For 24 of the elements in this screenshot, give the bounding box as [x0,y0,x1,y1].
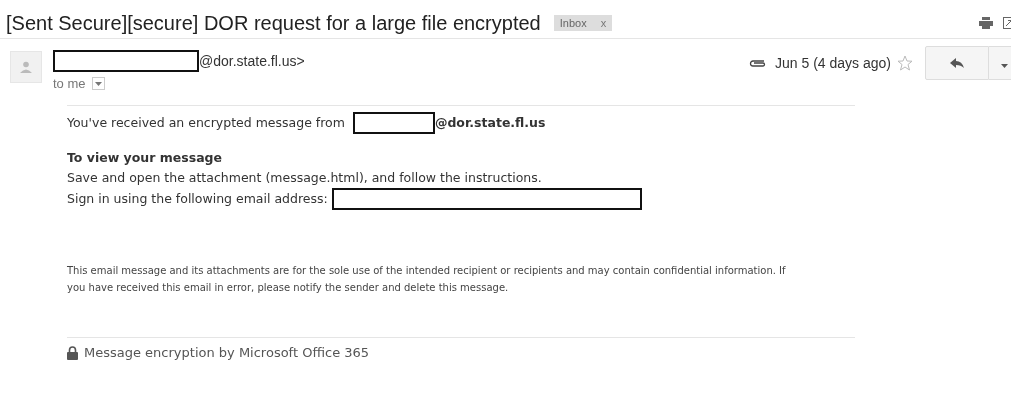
print-icon[interactable] [979,17,993,29]
new-window-icon[interactable] [1003,17,1011,29]
star-icon[interactable] [897,55,913,71]
email-subject: [Sent Secure][secure] DOR request for a large file encrypted [6,11,541,35]
instruction-text: Save and open the attachment (message.html), and follow the instructions. [67,169,543,187]
section-heading: To view your message [67,149,223,167]
reply-icon [950,57,964,68]
disclaimer-text: This email message and its attachments are for the sole use of the intended recipient or recipients and may contain confidential information. If you have received this email in error, please notify the sender and delete this message. [67,264,787,295]
lock-icon [67,346,78,360]
caret-icon [1001,63,1008,68]
avatar [10,51,42,83]
footer-text: Message encryption by Microsoft Office 365 [84,344,370,362]
label-text: Inbox [559,17,587,29]
remove-label-button[interactable]: x [600,17,607,29]
intro-text: You've received an encrypted message from [67,114,345,132]
instruction-text: Sign in using the following email address: [67,190,328,208]
sender-address: @dor.state.fl.us> [199,53,305,69]
sender-domain: @dor.state.fl.us [434,114,546,132]
recipient-text: to me [53,76,86,91]
reply-button[interactable] [925,46,989,80]
paperclip-icon [749,58,768,68]
caret-icon [94,81,102,86]
details-dropdown[interactable] [91,77,105,90]
message-date: Jun 5 (4 days ago) [775,55,891,71]
